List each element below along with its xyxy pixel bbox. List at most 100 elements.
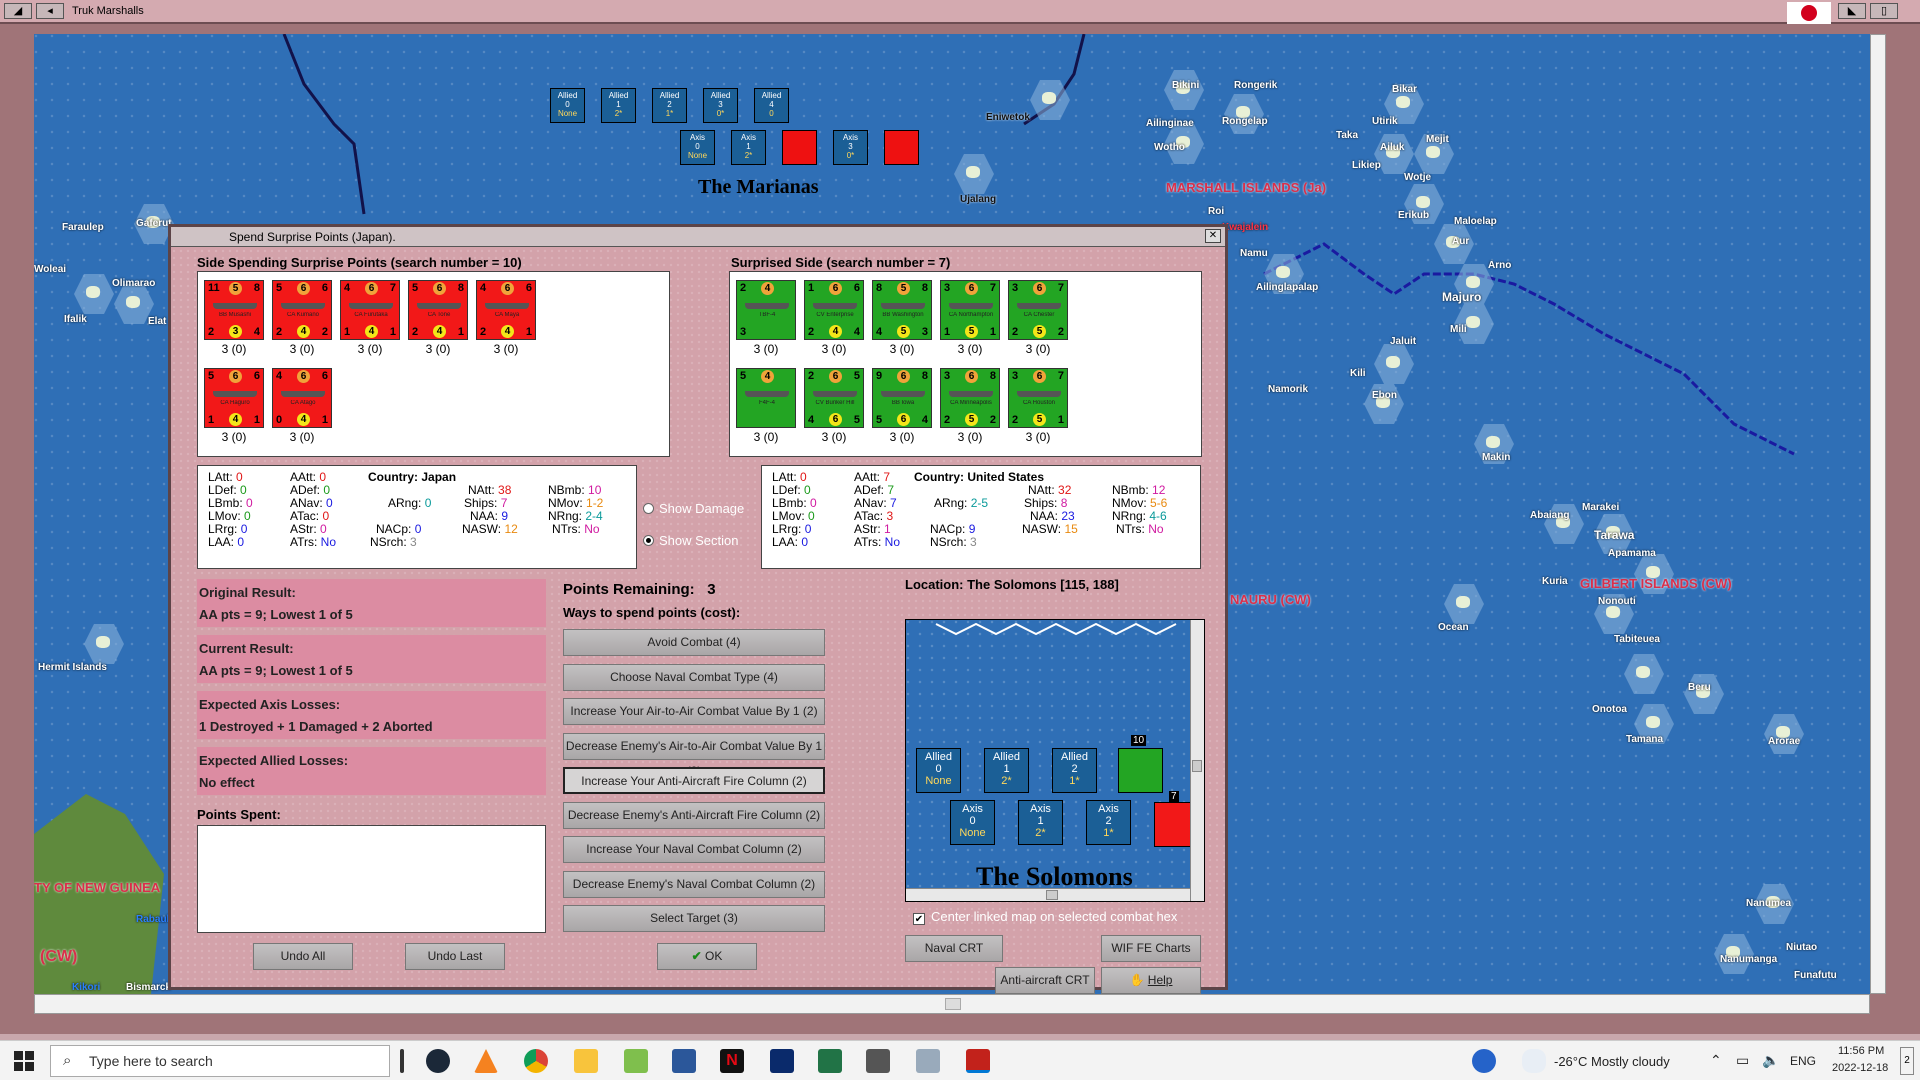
- japan-unit-counter[interactable]: 5 6 8 2 4 1 CA Tone: [408, 280, 468, 340]
- spend-option-button[interactable]: Choose Naval Combat Type (4): [563, 663, 825, 691]
- spend-option-button[interactable]: Select Target (3): [563, 905, 825, 932]
- network-icon[interactable]: ▭: [1736, 1052, 1749, 1069]
- windows-start-icon[interactable]: [14, 1051, 34, 1071]
- help-button[interactable]: ✋ Help: [1101, 967, 1201, 994]
- japan-unit-counter[interactable]: 11 5 8 2 3 4 BB Musashi: [204, 280, 264, 340]
- spend-option-button[interactable]: Decrease Enemy's Anti-Aircraft Fire Colu…: [563, 801, 825, 829]
- scrollbar-thumb[interactable]: [1192, 760, 1202, 772]
- us-unit-counter[interactable]: 2 4 3 TBF-4: [736, 280, 796, 340]
- minimap-us-stack[interactable]: 10: [1118, 735, 1163, 793]
- taskbar-search-input[interactable]: ⌕ Type here to search: [50, 1045, 390, 1077]
- volume-icon[interactable]: 🔈: [1762, 1052, 1779, 1069]
- minimap-allied-box[interactable]: Allied 0 None: [916, 748, 961, 793]
- japan-unit-counter[interactable]: 4 6 7 1 4 1 CA Furutaka: [340, 280, 400, 340]
- show-damage-radio[interactable]: Show Damage: [643, 501, 744, 516]
- allied-box[interactable]: Allied 3 0*: [703, 88, 738, 123]
- spend-option-button[interactable]: Decrease Enemy's Air-to-Air Combat Value…: [563, 732, 825, 778]
- us-unit-counter[interactable]: 5 4 F4F-4: [736, 368, 796, 428]
- allied-box[interactable]: Allied 1 2*: [601, 88, 636, 123]
- allied-box[interactable]: Allied 4 0: [754, 88, 789, 123]
- vlc-icon[interactable]: [474, 1049, 498, 1073]
- anti-aircraft-crt-button[interactable]: Anti-aircraft CRT: [995, 967, 1095, 994]
- spend-option-button[interactable]: Increase Your Anti-Aircraft Fire Column …: [563, 767, 825, 794]
- place-label: Elat: [148, 316, 167, 327]
- clock-time[interactable]: 11:56 PM: [1838, 1045, 1884, 1057]
- place-label: Olimarao: [112, 278, 156, 289]
- us-unit-counter[interactable]: 3 6 7 1 5 1 CA Northampton: [940, 280, 1000, 340]
- system-menu-button[interactable]: ◢: [4, 3, 32, 19]
- excel-icon[interactable]: [818, 1049, 842, 1073]
- axis-box-with-unit[interactable]: [782, 130, 817, 165]
- naval-crt-button[interactable]: Naval CRT: [905, 935, 1003, 962]
- center-linked-map-checkbox[interactable]: ✔ Center linked map on selected combat he…: [913, 909, 1177, 925]
- spend-option-button[interactable]: Increase Your Naval Combat Column (2): [563, 836, 825, 863]
- calculator-icon[interactable]: [866, 1049, 890, 1073]
- axis-box[interactable]: Axis 3 0*: [833, 130, 868, 165]
- map-vertical-scrollbar[interactable]: [1870, 34, 1886, 994]
- map-horizontal-scrollbar[interactable]: [34, 994, 1870, 1014]
- us-unit-counter[interactable]: 3 6 7 2 5 2 CA Chester: [1008, 280, 1068, 340]
- help-tray-icon[interactable]: [1472, 1049, 1496, 1073]
- us-unit-counter[interactable]: 9 6 8 5 6 4 BB Iowa: [872, 368, 932, 428]
- minimap-allied-box[interactable]: Allied 2 1*: [1052, 748, 1097, 793]
- file-explorer-icon[interactable]: [574, 1049, 598, 1073]
- japan-unit-counter[interactable]: 5 6 6 2 4 2 CA Kumano: [272, 280, 332, 340]
- app-window-icon[interactable]: [916, 1049, 940, 1073]
- allied-box[interactable]: Allied 0 None: [550, 88, 585, 123]
- place-label: Erikub: [1398, 210, 1430, 221]
- clock-date[interactable]: 2022-12-18: [1832, 1062, 1888, 1074]
- minimap-hscroll[interactable]: [906, 888, 1190, 901]
- axis-box[interactable]: Axis 0 None: [680, 130, 715, 165]
- japan-unit-counter[interactable]: 4 6 6 2 4 1 CA Maya: [476, 280, 536, 340]
- japan-unit-counter[interactable]: 4 6 6 0 4 1 CA Atago: [272, 368, 332, 428]
- wif-fe-charts-button[interactable]: WIF FE Charts: [1101, 935, 1201, 962]
- language-indicator[interactable]: ENG: [1790, 1054, 1816, 1068]
- weather-text[interactable]: -26°C Mostly cloudy: [1554, 1054, 1670, 1069]
- place-label: Apamama: [1608, 548, 1656, 559]
- tray-chevron-icon[interactable]: ⌃: [1710, 1052, 1722, 1069]
- allied-box[interactable]: Allied 2 1*: [652, 88, 687, 123]
- us-unit-counter[interactable]: 8 5 8 4 5 3 BB Washington: [872, 280, 932, 340]
- word-icon[interactable]: [672, 1049, 696, 1073]
- us-unit-counter[interactable]: 2 6 5 4 6 5 CV Bunker Hill: [804, 368, 864, 428]
- axis-box-with-unit[interactable]: [884, 130, 919, 165]
- axis-box[interactable]: Axis 1 2*: [731, 130, 766, 165]
- minimap-axis-box[interactable]: Axis 2 1*: [1086, 800, 1131, 845]
- us-unit-counter[interactable]: 3 6 8 2 5 2 CA Minneapolis: [940, 368, 1000, 428]
- disney-icon[interactable]: [770, 1049, 794, 1073]
- minimap-allied-box[interactable]: Allied 1 2*: [984, 748, 1029, 793]
- spend-option-button[interactable]: Avoid Combat (4): [563, 629, 825, 656]
- spend-option-button[interactable]: Increase Your Air-to-Air Combat Value By…: [563, 698, 825, 725]
- netflix-icon[interactable]: N: [720, 1049, 744, 1073]
- undo-all-button[interactable]: Undo All: [253, 943, 353, 970]
- minimap-axis-box[interactable]: Axis 0 None: [950, 800, 995, 845]
- task-view-icon[interactable]: [400, 1049, 404, 1073]
- scrollbar-thumb[interactable]: [1046, 890, 1058, 900]
- restore-pane-button[interactable]: ◂: [36, 3, 64, 19]
- world-in-flames-icon[interactable]: [966, 1049, 990, 1073]
- linked-minimap[interactable]: Allied 0 None Allied 1 2* Allied 2 1* Axis 0 Non…: [905, 619, 1205, 902]
- counter-stat: 4: [297, 413, 310, 426]
- japan-unit-counter[interactable]: 5 6 6 1 4 1 CA Haguro: [204, 368, 264, 428]
- minimap-vscroll[interactable]: [1190, 620, 1204, 901]
- minimap-axis-box[interactable]: Axis 1 2*: [1018, 800, 1063, 845]
- notifications-icon[interactable]: 2: [1900, 1047, 1914, 1075]
- minimize-button[interactable]: ◣: [1838, 3, 1866, 19]
- scrollbar-thumb[interactable]: [945, 998, 961, 1010]
- chrome-icon[interactable]: [524, 1049, 548, 1073]
- dialog-title: Spend Surprise Points (Japan).: [229, 230, 396, 244]
- us-unit-counter[interactable]: 1 6 6 2 4 4 CV Enterprise: [804, 280, 864, 340]
- place-label: Kili: [1350, 368, 1366, 379]
- spend-option-button[interactable]: Decrease Enemy's Naval Combat Column (2): [563, 870, 825, 898]
- steam-icon[interactable]: [426, 1049, 450, 1073]
- dialog-close-button[interactable]: ✕: [1205, 229, 1221, 243]
- undo-last-button[interactable]: Undo Last: [405, 943, 505, 970]
- ok-button[interactable]: ✔ OK: [657, 943, 757, 970]
- counter-stat: 7: [1057, 282, 1064, 294]
- notepad-icon[interactable]: [624, 1049, 648, 1073]
- us-unit-counter[interactable]: 3 6 7 2 5 1 CA Houston: [1008, 368, 1068, 428]
- counter-stat: 7: [1057, 370, 1064, 382]
- maximize-button[interactable]: ▯: [1870, 3, 1898, 19]
- show-section-radio[interactable]: Show Section: [643, 533, 739, 548]
- points-spent-list[interactable]: [197, 825, 546, 933]
